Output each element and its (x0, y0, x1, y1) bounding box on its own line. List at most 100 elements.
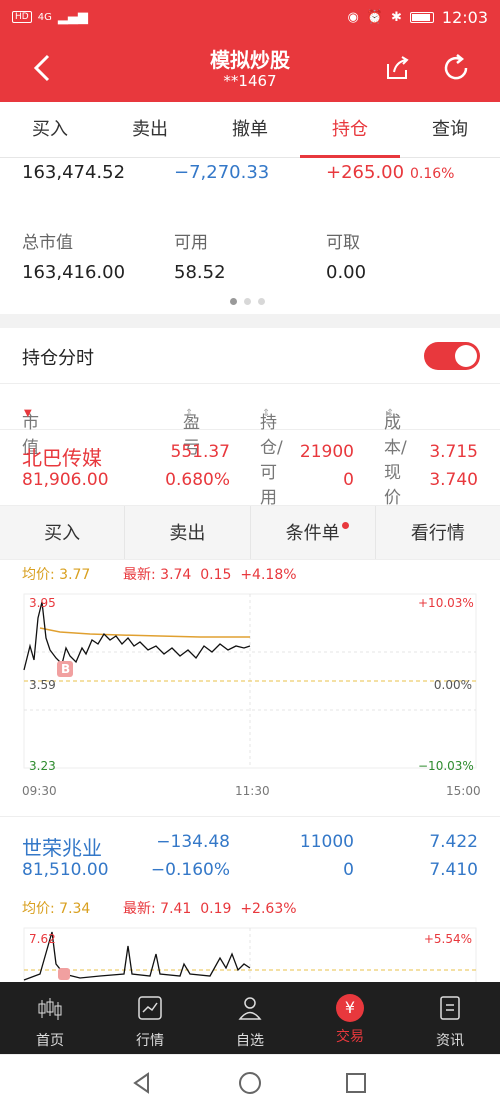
account-id: **1467 (223, 72, 277, 90)
clock: 12:03 (441, 7, 488, 27)
tab-buy[interactable]: 买入 (0, 102, 100, 157)
tab-positions[interactable]: 持仓 (300, 102, 400, 158)
page-indicator[interactable] (230, 298, 265, 305)
row-divider (0, 816, 500, 817)
nav-home-label: 首页 (36, 1033, 64, 1049)
position-actions: 买入 卖出 条件单 看行情 (0, 505, 500, 560)
stock-pnl-pct: −0.160% (150, 860, 230, 880)
person-icon (238, 997, 262, 1020)
today-pnl-value: +265.00 (326, 162, 405, 183)
chart1-price-mid: 3.59 (29, 678, 56, 692)
stock-price: 3.740 (429, 470, 478, 490)
status-bar: HD 4G ▂▄▆ ◉ ⏰ ✱ 12:03 (0, 0, 500, 34)
float-pnl-value: −7,270.33 (174, 162, 270, 183)
page-title: 模拟炒股 (210, 48, 290, 72)
account-summary: 163,474.52 −7,270.33 +265.00 0.16% 总市值 可… (0, 158, 500, 314)
sort-desc-icon: ▼ (24, 408, 32, 419)
hd-badge: HD (12, 11, 32, 23)
nav-news-label: 资讯 (436, 1033, 464, 1049)
nav-market-label: 行情 (136, 1033, 164, 1049)
eye-icon: ◉ (347, 9, 359, 25)
time-end: 15:00 (446, 784, 481, 798)
action-conditional-label: 条件单 (285, 523, 340, 544)
tab-query[interactable]: 查询 (400, 102, 500, 157)
stock-cost: 3.715 (429, 442, 478, 462)
chart-icon (138, 996, 162, 1020)
withdrawable-value: 0.00 (326, 262, 367, 283)
stock-hold: 21900 (299, 442, 354, 462)
chart1-pct-top: +10.03% (418, 596, 474, 610)
stock-market-value: 81,510.00 (22, 860, 109, 880)
share-icon[interactable] (384, 54, 412, 82)
chart1-price-bottom: 3.23 (29, 759, 56, 773)
avg-price-label: 均价: 3.77 (22, 567, 91, 583)
stock-hold: 11000 (299, 832, 354, 852)
network-indicator: 4G (37, 11, 52, 23)
stock-avail: 0 (343, 860, 354, 880)
notification-dot (341, 522, 349, 529)
nav-watchlist[interactable]: 自选 (200, 982, 300, 1054)
avg-price-label: 均价: 7.34 (22, 901, 91, 917)
sort-icon: ⇕ (262, 408, 271, 419)
tab-cancel[interactable]: 撤单 (200, 102, 300, 157)
action-view-quote[interactable]: 看行情 (376, 506, 500, 559)
time-start: 09:30 (22, 784, 57, 798)
intraday-switch[interactable] (424, 342, 480, 370)
stock-cost: 7.422 (429, 832, 478, 852)
stock-name: 北巴传媒 (22, 446, 102, 470)
candlestick-icon (38, 998, 62, 1020)
stock-price: 7.410 (429, 860, 478, 880)
nav-news[interactable]: 资讯 (400, 982, 500, 1054)
sort-icon: ⇕ (185, 408, 194, 419)
stock-pnl: −134.48 (156, 832, 230, 852)
chart1-pct-bottom: −10.03% (418, 759, 474, 773)
nav-trade[interactable]: ¥ 交易 (300, 982, 400, 1054)
stock-pnl: 551.37 (170, 442, 230, 462)
available-label: 可用 (174, 233, 208, 253)
market-value-label: 总市值 (22, 233, 73, 253)
action-sell[interactable]: 卖出 (125, 506, 251, 559)
title-bar: 模拟炒股 **1467 (0, 34, 500, 102)
total-assets-value: 163,474.52 (22, 162, 126, 183)
intraday-toggle-label: 持仓分时 (22, 348, 94, 369)
refresh-icon[interactable] (440, 52, 472, 84)
chart2-price-top: 7.62 (29, 932, 56, 946)
alarm-icon: ⏰ (366, 9, 383, 25)
scroll-right-icon: ▸ (386, 408, 392, 419)
battery-icon (409, 11, 434, 23)
stock-pnl-pct: 0.680% (165, 470, 230, 490)
system-back-icon[interactable] (130, 1071, 154, 1095)
chart1-pct-mid: 0.00% (433, 678, 472, 692)
last-price-info: 最新: 7.41 0.19 +2.63% (123, 901, 297, 917)
trade-tabs: 买入 卖出 撤单 持仓 查询 (0, 102, 500, 158)
market-value: 163,416.00 (22, 262, 126, 283)
nav-watchlist-label: 自选 (236, 1033, 264, 1049)
nav-home[interactable]: 首页 (0, 982, 100, 1054)
chart2-pct-top: +5.54% (423, 932, 472, 946)
nav-market[interactable]: 行情 (100, 982, 200, 1054)
tab-sell[interactable]: 卖出 (100, 102, 200, 157)
yen-icon: ¥ (336, 994, 364, 1022)
stock-avail: 0 (343, 470, 354, 490)
positions-header: 市值 ▼ 盈亏 ⇕ 持仓/可用 ⇕ 成本/现价 ⇕ ▸ (0, 384, 500, 508)
system-recents-icon[interactable] (344, 1071, 368, 1095)
document-icon (440, 996, 460, 1020)
today-pnl-pct: 0.16% (410, 166, 455, 182)
section-divider (0, 314, 500, 328)
system-nav-bar (0, 1054, 500, 1111)
last-price-info: 最新: 3.74 0.15 +4.18% (123, 567, 297, 583)
stock-name: 世荣兆业 (22, 836, 102, 860)
stock-market-value: 81,906.00 (22, 470, 109, 490)
chart1-price-top: 3.95 (29, 596, 56, 610)
action-buy[interactable]: 买入 (0, 506, 126, 559)
system-home-icon[interactable] (238, 1071, 262, 1095)
withdrawable-label: 可取 (326, 233, 360, 253)
time-mid: 11:30 (235, 784, 270, 798)
bottom-nav: 首页 行情 自选 ¥ 交易 资讯 (0, 982, 500, 1054)
nav-trade-label: 交易 (336, 1029, 364, 1045)
action-conditional-order[interactable]: 条件单 (251, 506, 376, 559)
signal-icon: ▂▄▆ (57, 9, 88, 25)
buy-marker: B (61, 662, 71, 676)
bluetooth-icon: ✱ (390, 9, 402, 25)
available-value: 58.52 (174, 262, 226, 283)
